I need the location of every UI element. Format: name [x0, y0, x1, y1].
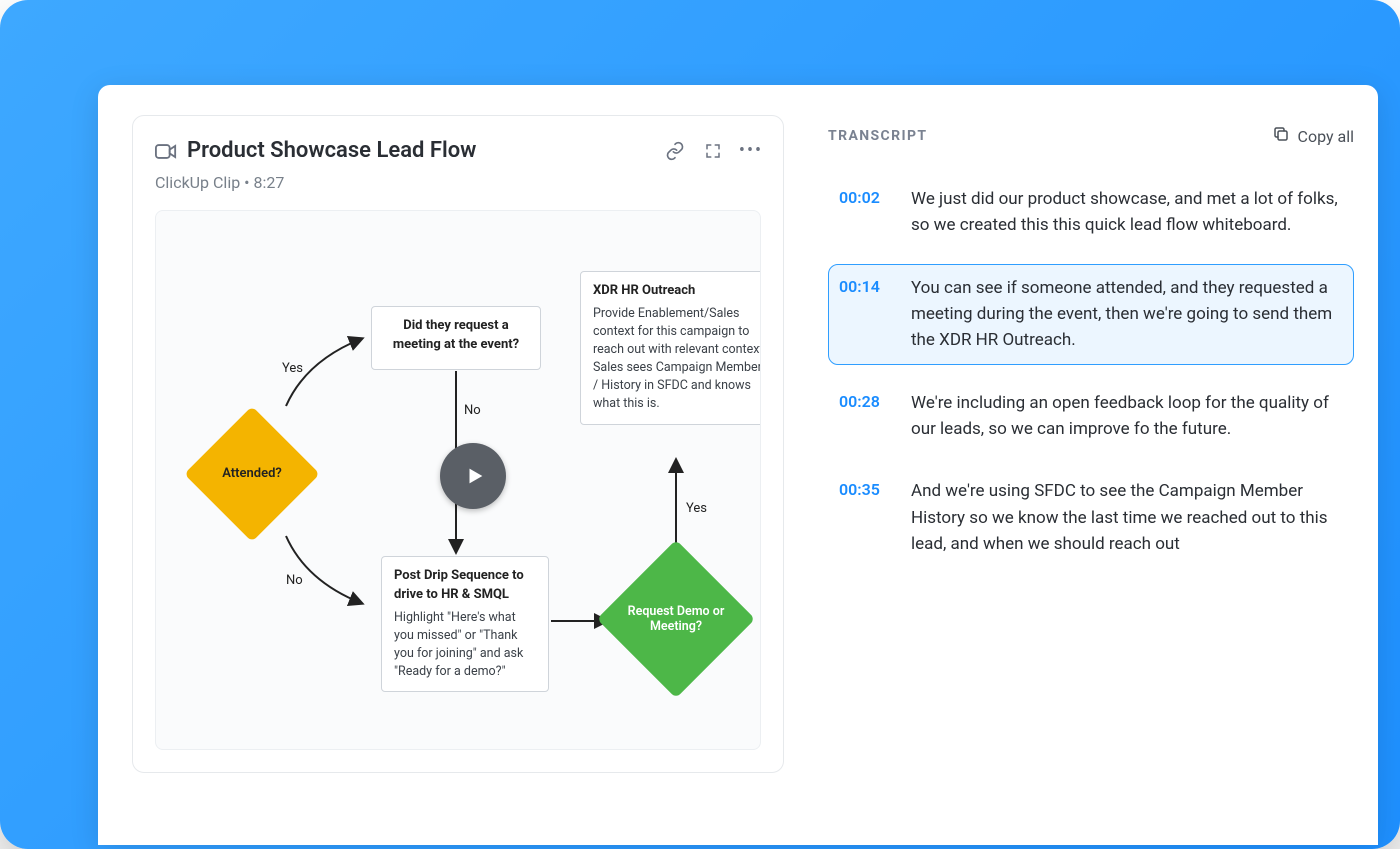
video-camera-icon	[155, 144, 175, 158]
node-attended: Attended?	[204, 426, 300, 522]
edge-label-demo-yes: Yes	[686, 501, 707, 516]
transcript-time: 00:02	[839, 186, 891, 207]
edge-label-no: No	[286, 573, 303, 588]
device-frame: Product Showcase Lead Flow	[0, 0, 1400, 849]
node-meeting-question: Did they request a meeting at the event?	[371, 306, 541, 370]
node-meeting-question-title: Did they request a meeting at the event?	[384, 317, 528, 355]
play-button[interactable]	[440, 443, 506, 509]
edge-label-yes: Yes	[282, 361, 303, 376]
clip-thumbnail-canvas[interactable]: Yes No No Yes Attended? Did they request…	[155, 210, 761, 750]
transcript-header: TRANSCRIPT Copy all	[828, 125, 1354, 147]
transcript-row[interactable]: 00:02 We just did our product showcase, …	[828, 175, 1354, 250]
node-request-demo-label: Request Demo or Meeting?	[620, 604, 732, 634]
expand-icon[interactable]	[703, 141, 723, 161]
node-xdr-outreach: XDR HR Outreach Provide Enablement/Sales…	[580, 271, 761, 425]
copy-icon	[1272, 125, 1290, 147]
transcript-text: We just did our product showcase, and me…	[911, 186, 1339, 239]
transcript-row[interactable]: 00:35 And we're using SFDC to see the Ca…	[828, 467, 1354, 568]
node-xdr-body: Provide Enablement/Sales context for thi…	[593, 305, 761, 414]
clip-subtitle: ClickUp Clip • 8:27	[155, 173, 761, 192]
clip-title: Product Showcase Lead Flow	[187, 138, 653, 163]
edge-label-meeting-no: No	[464, 403, 481, 418]
app-window: Product Showcase Lead Flow	[98, 85, 1378, 845]
transcript-title: TRANSCRIPT	[828, 128, 927, 144]
transcript-text: You can see if someone attended, and the…	[911, 275, 1339, 354]
transcript-time: 00:28	[839, 390, 891, 411]
clip-card: Product Showcase Lead Flow	[132, 115, 784, 773]
transcript-row[interactable]: 00:28 We're including an open feedback l…	[828, 379, 1354, 454]
clip-panel: Product Showcase Lead Flow	[98, 85, 808, 845]
more-icon[interactable]: •••	[741, 141, 761, 161]
node-drip-title: Post Drip Sequence to drive to HR & SMQL	[394, 567, 536, 605]
clip-header: Product Showcase Lead Flow	[155, 138, 761, 163]
transcript-list: 00:02 We just did our product showcase, …	[828, 175, 1354, 568]
transcript-row[interactable]: 00:14 You can see if someone attended, a…	[828, 264, 1354, 365]
transcript-text: We're including an open feedback loop fo…	[911, 390, 1339, 443]
copy-all-button[interactable]: Copy all	[1272, 125, 1354, 147]
node-drip-sequence: Post Drip Sequence to drive to HR & SMQL…	[381, 556, 549, 692]
node-attended-label: Attended?	[216, 466, 288, 482]
node-drip-body: Highlight "Here's what you missed" or "T…	[394, 609, 536, 682]
transcript-panel: TRANSCRIPT Copy all 00:02 We just did ou…	[808, 85, 1378, 845]
link-icon[interactable]	[665, 141, 685, 161]
transcript-time: 00:14	[839, 275, 891, 296]
transcript-time: 00:35	[839, 478, 891, 499]
node-request-demo: Request Demo or Meeting?	[620, 563, 732, 675]
scroll-fade	[808, 725, 1378, 845]
transcript-text: And we're using SFDC to see the Campaign…	[911, 478, 1339, 557]
copy-all-label: Copy all	[1298, 127, 1354, 146]
node-xdr-title: XDR HR Outreach	[593, 282, 761, 301]
clip-header-actions: •••	[665, 141, 761, 161]
